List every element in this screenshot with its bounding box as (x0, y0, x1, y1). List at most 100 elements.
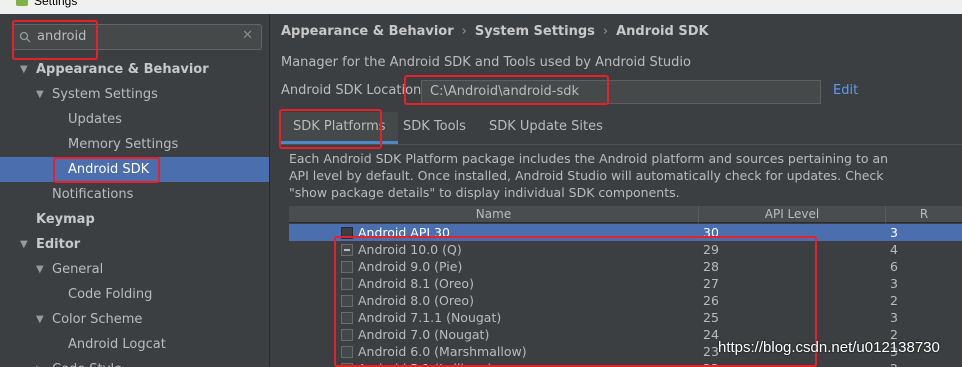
search-value: android (37, 29, 87, 44)
checkbox-icon[interactable] (341, 329, 353, 341)
search-icon (19, 31, 31, 43)
settings-search-input[interactable]: android ✕ (12, 24, 262, 50)
window-titlebar: Settings (0, 0, 962, 14)
window-title: Settings (34, 0, 78, 8)
cell-revision: 3 (890, 276, 898, 291)
expand-arrow-icon[interactable]: ▼ (36, 82, 44, 107)
cell-api-level: 28 (703, 259, 719, 274)
table-header: Name API Level R (289, 206, 962, 223)
sidebar-item-appearance-behavior[interactable]: ▼ Appearance & Behavior (0, 57, 269, 82)
sidebar-item-code-folding[interactable]: Code Folding (0, 282, 269, 307)
cell-name: Android 6.0 (Marshmallow) (358, 344, 527, 359)
sidebar-item-label: Memory Settings (68, 137, 179, 152)
table-row[interactable]: Android 5.1 (Lollipop)222 (289, 360, 962, 367)
sidebar-item-label: Code Style (52, 357, 122, 367)
sidebar-item-label: System Settings (52, 87, 158, 102)
cell-name: Android 8.0 (Oreo) (358, 293, 474, 308)
cell-api-level: 23 (703, 344, 719, 359)
checkbox-icon[interactable] (341, 295, 353, 307)
cell-api-level: 27 (703, 276, 719, 291)
package-description: Each Android SDK Platform package includ… (289, 151, 889, 200)
table-row[interactable]: Android 8.1 (Oreo) 27 3 (289, 275, 962, 292)
table-row[interactable]: Android 8.0 (Oreo) 26 2 (289, 292, 962, 309)
cell-revision: 3 (890, 310, 898, 325)
sidebar-item-label: Updates (68, 112, 122, 127)
watermark: https://blog.csdn.net/u012138730 (718, 339, 940, 356)
cell-name: Android 10.0 (Q) (358, 242, 462, 257)
sidebar-item-label: Appearance & Behavior (36, 62, 209, 77)
cell-name: Android 7.1.1 (Nougat) (358, 310, 502, 325)
sidebar-item-label: Code Folding (68, 287, 153, 302)
sidebar-item-keymap[interactable]: Keymap (0, 207, 269, 232)
sidebar-item-label: Editor (36, 237, 81, 252)
cell-revision: 2 (890, 293, 898, 308)
column-header-api-level[interactable]: API Level (699, 206, 886, 223)
sidebar-item-label: Color Scheme (52, 312, 143, 327)
android-studio-icon (16, 0, 28, 6)
breadcrumb: Appearance & Behavior › System Settings › An… (281, 24, 709, 39)
checkbox-icon[interactable] (341, 312, 353, 324)
sidebar-item-system-settings[interactable]: ▼ System Settings (0, 82, 269, 107)
breadcrumb-item: Android SDK (616, 24, 709, 39)
sidebar-item-notifications[interactable]: Notifications (0, 182, 269, 207)
sidebar-item-android-logcat[interactable]: Android Logcat (0, 332, 269, 357)
table-row[interactable]: Android 9.0 (Pie) 28 6 (289, 258, 962, 275)
sidebar-item-label: General (52, 262, 104, 277)
edit-link[interactable]: Edit (833, 83, 858, 98)
tab-sdk-tools[interactable]: SDK Tools (391, 112, 478, 144)
sidebar-item-android-sdk[interactable]: Android SDK (0, 157, 269, 182)
sidebar-item-color-scheme[interactable]: ▼ Color Scheme (0, 307, 269, 332)
checkbox-icon[interactable] (341, 227, 353, 239)
table-row[interactable]: Android API 30 30 3 (289, 224, 962, 241)
cell-api-level: 24 (703, 327, 719, 342)
cell-name: Android 5.1 (Lollipop) (358, 360, 492, 367)
breadcrumb-item: Appearance & Behavior (281, 24, 454, 39)
breadcrumb-item: System Settings (474, 24, 595, 39)
checkbox-icon[interactable] (341, 346, 353, 358)
cell-revision: 4 (890, 242, 898, 257)
tab-sdk-platforms[interactable]: SDK Platforms (281, 112, 398, 144)
expand-arrow-icon[interactable]: ▼ (36, 307, 44, 332)
sidebar-item-general[interactable]: ▼ General (0, 257, 269, 282)
expand-arrow-icon[interactable]: ▼ (36, 257, 44, 282)
chevron-right-icon: › (602, 24, 609, 39)
cell-revision: 2 (890, 360, 898, 367)
table-row[interactable]: Android 10.0 (Q) 29 4 (289, 241, 962, 258)
sidebar-item-updates[interactable]: Updates (0, 107, 269, 132)
settings-sidebar: android ✕ ▼ Appearance & Behavior ▼ System … (0, 14, 270, 367)
cell-name: Android API 30 (358, 225, 450, 240)
checkbox-icon[interactable] (341, 261, 353, 273)
checkbox-icon[interactable] (341, 363, 353, 367)
cell-api-level: 25 (703, 310, 719, 325)
sdk-location-field[interactable]: C:\Android\android-sdk (421, 80, 821, 104)
cell-revision: 6 (890, 259, 898, 274)
cell-api-level: 26 (703, 293, 719, 308)
checkbox-icon[interactable] (341, 278, 353, 290)
sidebar-item-code-style[interactable]: ▶ Code Style (0, 357, 269, 367)
clear-search-icon[interactable]: ✕ (242, 28, 253, 43)
cell-api-level: 29 (703, 242, 719, 257)
sidebar-item-label: Notifications (52, 187, 134, 202)
cell-name: Android 9.0 (Pie) (358, 259, 463, 274)
expand-arrow-icon[interactable]: ▼ (20, 232, 28, 257)
settings-content: Appearance & Behavior › System Settings › An… (271, 14, 962, 367)
column-header-revision[interactable]: R (886, 206, 962, 223)
cell-name: Android 7.0 (Nougat) (358, 327, 490, 342)
tab-divider (281, 144, 962, 145)
sidebar-item-memory-settings[interactable]: Memory Settings (0, 132, 269, 157)
cell-api-level: 30 (703, 225, 719, 240)
cell-name: Android 8.1 (Oreo) (358, 276, 474, 291)
sidebar-item-label: Keymap (36, 212, 95, 227)
sdk-location-label: Android SDK Location: (281, 83, 426, 98)
column-header-name[interactable]: Name (289, 206, 699, 223)
checkbox-icon[interactable] (341, 244, 353, 256)
page-description: Manager for the Android SDK and Tools us… (281, 55, 691, 70)
sidebar-item-editor[interactable]: ▼ Editor (0, 232, 269, 257)
table-row[interactable]: Android 7.1.1 (Nougat) 25 3 (289, 309, 962, 326)
tab-sdk-update-sites[interactable]: SDK Update Sites (477, 112, 615, 144)
chevron-right-icon: › (461, 24, 467, 39)
expand-arrow-icon[interactable]: ▼ (20, 57, 28, 82)
collapse-arrow-icon[interactable]: ▶ (36, 357, 44, 367)
sidebar-item-label: Android Logcat (68, 337, 166, 352)
cell-api-level: 22 (703, 360, 719, 367)
